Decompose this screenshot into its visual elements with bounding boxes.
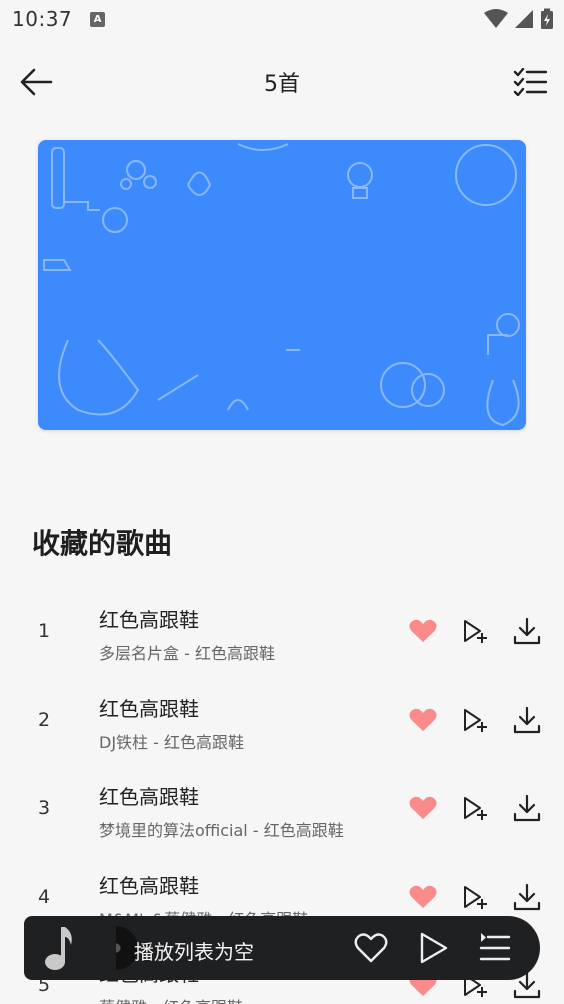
app-bar: 5首 bbox=[0, 52, 564, 112]
like-icon[interactable] bbox=[354, 932, 388, 964]
add-to-playlist-icon[interactable] bbox=[460, 882, 490, 912]
player-status-text: 播放列表为空 bbox=[134, 940, 254, 964]
song-index: 3 bbox=[38, 797, 51, 819]
favorite-heart-icon[interactable] bbox=[408, 616, 438, 646]
song-title: 红色高跟鞋 bbox=[99, 873, 199, 898]
page-title: 5首 bbox=[264, 72, 300, 97]
status-time: 10:37 bbox=[12, 7, 73, 31]
song-subtitle: 梦境里的算法official - 红色高跟鞋 bbox=[99, 821, 344, 840]
song-actions bbox=[408, 705, 542, 735]
add-to-playlist-icon[interactable] bbox=[460, 705, 490, 735]
song-subtitle: 蔡健雅 - 红色高跟鞋 bbox=[99, 994, 243, 1004]
song-title: 红色高跟鞋 bbox=[99, 696, 199, 721]
section-title: 收藏的歌曲 bbox=[32, 527, 173, 560]
add-to-playlist-icon[interactable] bbox=[460, 793, 490, 823]
play-icon[interactable] bbox=[419, 931, 449, 965]
music-note-icon bbox=[45, 927, 72, 970]
mini-player[interactable]: 播放列表为空 bbox=[24, 916, 540, 980]
cover-doodle-art bbox=[43, 143, 520, 427]
download-icon[interactable] bbox=[512, 616, 542, 646]
song-index: 4 bbox=[38, 885, 51, 908]
battery-icon bbox=[541, 8, 553, 29]
download-icon[interactable] bbox=[512, 882, 542, 912]
status-bar: 10:37 A bbox=[0, 0, 564, 38]
song-subtitle: DJ铁柱 - 红色高跟鞋 bbox=[99, 732, 244, 752]
add-to-playlist-icon[interactable] bbox=[460, 616, 490, 646]
checklist-icon bbox=[513, 68, 547, 96]
song-actions bbox=[408, 793, 542, 823]
album-disc-icon bbox=[116, 926, 138, 970]
download-icon[interactable] bbox=[512, 705, 542, 735]
favorite-heart-icon[interactable] bbox=[408, 793, 438, 823]
download-icon[interactable] bbox=[512, 793, 542, 823]
status-icons bbox=[484, 8, 554, 30]
song-title: 红色高跟鞋 bbox=[99, 785, 199, 809]
playlist-cover-image bbox=[38, 140, 526, 430]
song-index: 1 bbox=[38, 620, 51, 642]
song-row[interactable]: 3 红色高跟鞋 梦境里的算法official - 红色高跟鞋 bbox=[0, 765, 564, 854]
favorite-heart-icon[interactable] bbox=[408, 882, 438, 912]
song-title: 红色高跟鞋 bbox=[99, 608, 199, 632]
playlist-icon[interactable] bbox=[479, 932, 511, 964]
song-subtitle: 多层名片盒 - 红色高跟鞋 bbox=[99, 644, 275, 663]
song-row[interactable]: 2 红色高跟鞋 DJ铁柱 - 红色高跟鞋 bbox=[0, 677, 564, 766]
wifi-icon bbox=[484, 9, 508, 28]
favorite-heart-icon[interactable] bbox=[408, 705, 438, 735]
song-actions bbox=[408, 616, 542, 646]
song-row[interactable]: 1 红色高跟鞋 多层名片盒 - 红色高跟鞋 bbox=[0, 588, 564, 677]
notification-a-icon: A bbox=[90, 11, 106, 27]
multi-select-button[interactable] bbox=[510, 64, 550, 100]
song-actions bbox=[408, 882, 542, 912]
song-index: 2 bbox=[38, 708, 51, 731]
signal-icon bbox=[515, 10, 533, 28]
